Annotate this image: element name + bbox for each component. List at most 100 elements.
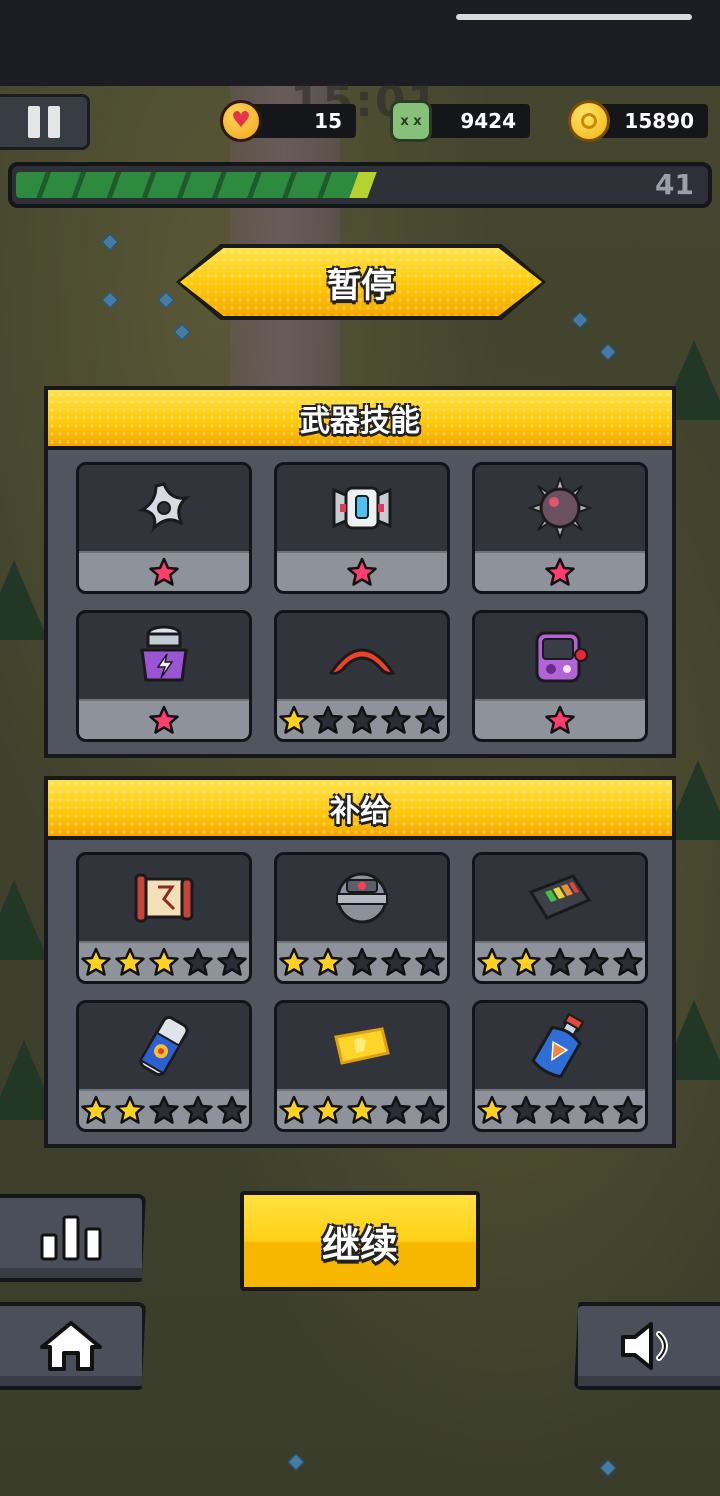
star-rating bbox=[79, 699, 249, 739]
upgrade-card bbox=[274, 462, 450, 594]
star-icon bbox=[149, 947, 179, 976]
star-icon bbox=[613, 947, 643, 976]
drone-robot-icon bbox=[277, 465, 447, 551]
shuriken-icon bbox=[79, 465, 249, 551]
game-console-icon bbox=[475, 613, 645, 699]
lives-value: 15 bbox=[314, 109, 342, 133]
stats-button[interactable] bbox=[0, 1194, 146, 1282]
level-number: 41 bbox=[655, 168, 694, 201]
scroll-icon bbox=[79, 855, 249, 941]
star-icon bbox=[381, 947, 411, 976]
upgrade-card bbox=[76, 1000, 252, 1132]
upgrade-card bbox=[472, 610, 648, 742]
continue-button[interactable]: 继续 bbox=[240, 1191, 480, 1291]
speaker-icon bbox=[621, 1322, 668, 1370]
star-icon bbox=[545, 947, 575, 976]
upgrade-card bbox=[472, 852, 648, 984]
star-icon bbox=[381, 1095, 411, 1124]
supplies-panel: 补给 bbox=[44, 776, 676, 1148]
star-icon bbox=[347, 947, 377, 976]
star-icon bbox=[81, 947, 111, 976]
star-icon bbox=[279, 1095, 309, 1124]
star-icon bbox=[511, 947, 541, 976]
upgrade-card bbox=[76, 462, 252, 594]
upgrade-card bbox=[274, 610, 450, 742]
star-icon bbox=[149, 1095, 179, 1124]
continue-label: 继续 bbox=[244, 1195, 476, 1287]
star-icon bbox=[613, 1095, 643, 1124]
upgrade-card bbox=[274, 1000, 450, 1132]
star-icon bbox=[279, 947, 309, 976]
energy-drink-icon bbox=[79, 1003, 249, 1089]
star-icon bbox=[217, 1095, 247, 1124]
star-rating bbox=[475, 941, 645, 981]
heart-icon: ♥ bbox=[220, 100, 262, 142]
star-icon bbox=[415, 705, 445, 734]
spiked-mine-icon bbox=[475, 465, 645, 551]
star-icon bbox=[545, 1095, 575, 1124]
skull-icon: x x bbox=[390, 100, 432, 142]
home-icon bbox=[40, 1321, 102, 1371]
home-button[interactable] bbox=[0, 1302, 146, 1390]
energy-core-icon bbox=[277, 855, 447, 941]
pause-title: 暂停 bbox=[180, 248, 542, 316]
xp-progress-bar: 41 bbox=[8, 162, 712, 208]
star-icon bbox=[415, 947, 445, 976]
battery-pack-icon bbox=[475, 855, 645, 941]
boomerang-icon bbox=[277, 613, 447, 699]
supplies-title: 补给 bbox=[48, 780, 672, 840]
home-indicator bbox=[456, 14, 692, 20]
status-bar bbox=[0, 0, 720, 86]
star-rating bbox=[79, 941, 249, 981]
kills-value: 9424 bbox=[460, 109, 516, 133]
pause-icon-bar bbox=[47, 106, 60, 138]
pause-icon bbox=[27, 106, 40, 138]
star-icon bbox=[81, 1095, 111, 1124]
weapon-skills-title: 武器技能 bbox=[48, 390, 672, 450]
upgrade-card bbox=[472, 462, 648, 594]
star-icon bbox=[579, 947, 609, 976]
coin-icon bbox=[568, 100, 610, 142]
star-rating bbox=[79, 1089, 249, 1129]
star-rating bbox=[475, 551, 645, 591]
star-icon bbox=[217, 947, 247, 976]
upgrade-card bbox=[472, 1000, 648, 1132]
star-rating bbox=[475, 1089, 645, 1129]
star-icon bbox=[313, 705, 343, 734]
star-icon bbox=[279, 705, 309, 734]
star-rating bbox=[79, 551, 249, 591]
star-icon bbox=[347, 557, 377, 586]
star-icon bbox=[313, 1095, 343, 1124]
bar-chart-icon bbox=[40, 1215, 102, 1261]
star-icon bbox=[347, 1095, 377, 1124]
sound-button[interactable] bbox=[574, 1302, 720, 1390]
upgrade-card bbox=[76, 852, 252, 984]
star-icon bbox=[115, 947, 145, 976]
star-icon bbox=[477, 1095, 507, 1124]
potion-bottle-icon bbox=[475, 1003, 645, 1089]
star-icon bbox=[381, 705, 411, 734]
gold-ticket-icon bbox=[277, 1003, 447, 1089]
star-icon bbox=[545, 557, 575, 586]
star-icon bbox=[415, 1095, 445, 1124]
star-rating bbox=[475, 699, 645, 739]
upgrade-card bbox=[274, 852, 450, 984]
xp-progress-fill bbox=[16, 172, 364, 198]
star-icon bbox=[579, 1095, 609, 1124]
star-icon bbox=[545, 705, 575, 734]
star-rating bbox=[277, 1089, 447, 1129]
pause-button[interactable] bbox=[0, 94, 90, 150]
coins-value: 15890 bbox=[624, 109, 694, 133]
star-icon bbox=[313, 947, 343, 976]
star-icon bbox=[115, 1095, 145, 1124]
star-icon bbox=[183, 947, 213, 976]
star-icon bbox=[477, 947, 507, 976]
star-icon bbox=[183, 1095, 213, 1124]
star-rating bbox=[277, 699, 447, 739]
lightning-tower-icon bbox=[79, 613, 249, 699]
star-rating bbox=[277, 551, 447, 591]
weapon-skills-panel: 武器技能 bbox=[44, 386, 676, 758]
star-icon bbox=[149, 705, 179, 734]
star-rating bbox=[277, 941, 447, 981]
upgrade-card bbox=[76, 610, 252, 742]
